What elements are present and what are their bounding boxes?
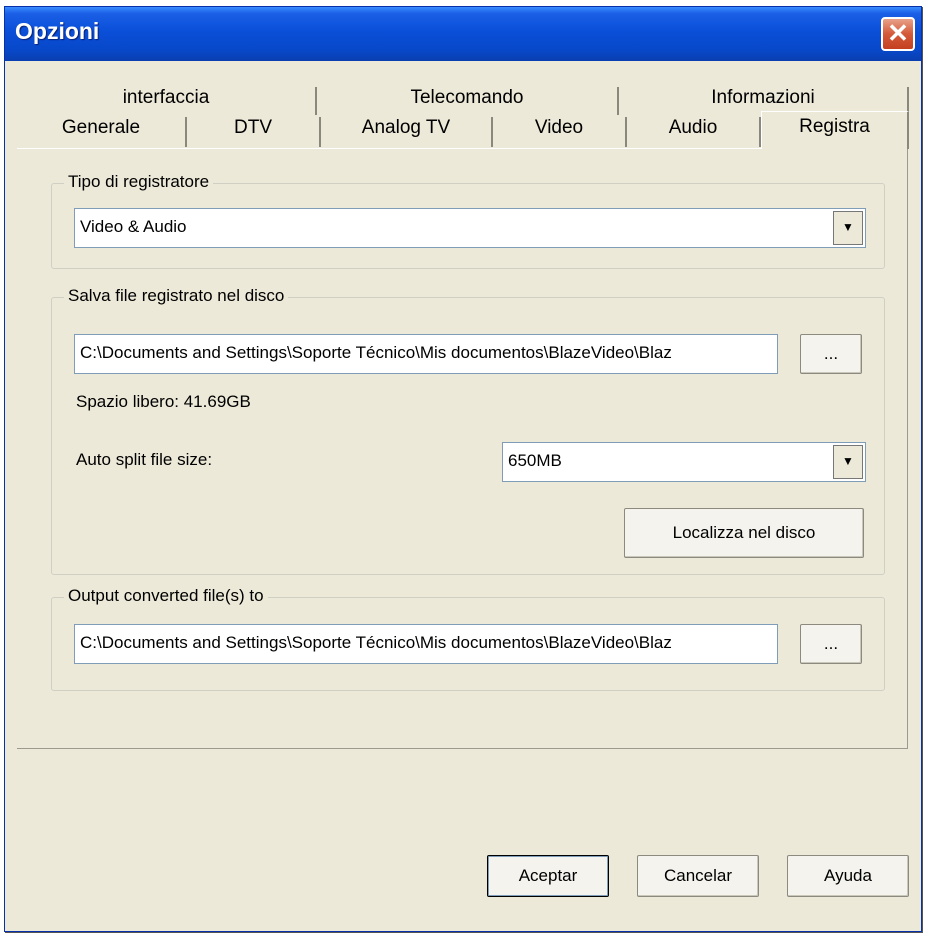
help-button[interactable]: Ayuda (787, 855, 909, 897)
output-browse-button[interactable]: ... (800, 624, 862, 664)
dropdown-arrow-icon[interactable]: ▼ (833, 445, 863, 479)
cancel-button[interactable]: Cancelar (637, 855, 759, 897)
browse-label: ... (823, 634, 839, 653)
browse-label: ... (823, 344, 839, 363)
save-path-input[interactable]: C:\Documents and Settings\Soporte Técnic… (74, 334, 778, 374)
save-browse-button[interactable]: ... (800, 334, 862, 374)
tab-label: Informazioni (711, 87, 815, 108)
save-file-group: Salva file registrato nel disco C:\Docum… (51, 286, 885, 575)
title-bar[interactable]: Opzioni ✕ (5, 7, 921, 61)
output-path-input[interactable]: C:\Documents and Settings\Soporte Técnic… (74, 624, 778, 664)
tab-analog-tv[interactable]: Analog TV (321, 117, 493, 147)
auto-split-value: 650MB (508, 451, 562, 470)
save-file-legend: Salva file registrato nel disco (64, 286, 289, 306)
auto-split-select[interactable]: 650MB ▼ (502, 442, 866, 482)
tab-label: interfaccia (122, 87, 210, 108)
tab-audio[interactable]: Audio (627, 117, 761, 147)
recorder-type-legend: Tipo di registratore (64, 172, 214, 192)
auto-split-label: Auto split file size: (76, 450, 213, 469)
window-title: Opzioni (15, 18, 100, 44)
save-path-value: C:\Documents and Settings\Soporte Técnic… (80, 343, 672, 362)
help-label: Ayuda (824, 866, 872, 885)
output-group: Output converted file(s) to C:\Documents… (51, 586, 885, 691)
tab-generale[interactable]: Generale (17, 117, 187, 147)
close-button[interactable]: ✕ (881, 17, 915, 51)
tab-registra[interactable]: Registra (761, 111, 909, 149)
tab-panel-registra: Tipo di registratore Video & Audio ▼ Sal… (17, 149, 908, 749)
recorder-type-value: Video & Audio (80, 217, 187, 236)
locate-on-disk-button[interactable]: Localizza nel disco (624, 508, 864, 558)
tab-dtv[interactable]: DTV (187, 117, 321, 147)
locate-label: Localizza nel disco (672, 523, 816, 542)
recorder-type-select[interactable]: Video & Audio ▼ (74, 208, 866, 248)
tab-label: Analog TV (361, 117, 451, 138)
ok-button[interactable]: Aceptar (487, 855, 609, 897)
tab-label: Registra (799, 116, 870, 137)
output-legend: Output converted file(s) to (64, 586, 268, 606)
close-icon: ✕ (887, 18, 909, 48)
recorder-type-group: Tipo di registratore Video & Audio ▼ (51, 172, 885, 269)
tab-video[interactable]: Video (493, 117, 627, 147)
tab-label: DTV (234, 117, 272, 138)
options-dialog: Opzioni ✕ interfaccia Telecomando Inform… (4, 6, 922, 932)
tab-interfaccia[interactable]: interfaccia (17, 87, 317, 115)
free-space-text: Spazio libero: 41.69GB (76, 392, 251, 411)
tab-label: Telecomando (410, 87, 524, 108)
dropdown-arrow-icon[interactable]: ▼ (833, 211, 863, 245)
tab-label: Generale (61, 117, 141, 138)
ok-label: Aceptar (518, 866, 578, 885)
tab-label: Video (534, 117, 584, 138)
tab-label: Audio (668, 117, 718, 138)
output-path-value: C:\Documents and Settings\Soporte Técnic… (80, 633, 672, 652)
cancel-label: Cancelar (663, 866, 733, 885)
tab-telecomando[interactable]: Telecomando (317, 87, 619, 115)
